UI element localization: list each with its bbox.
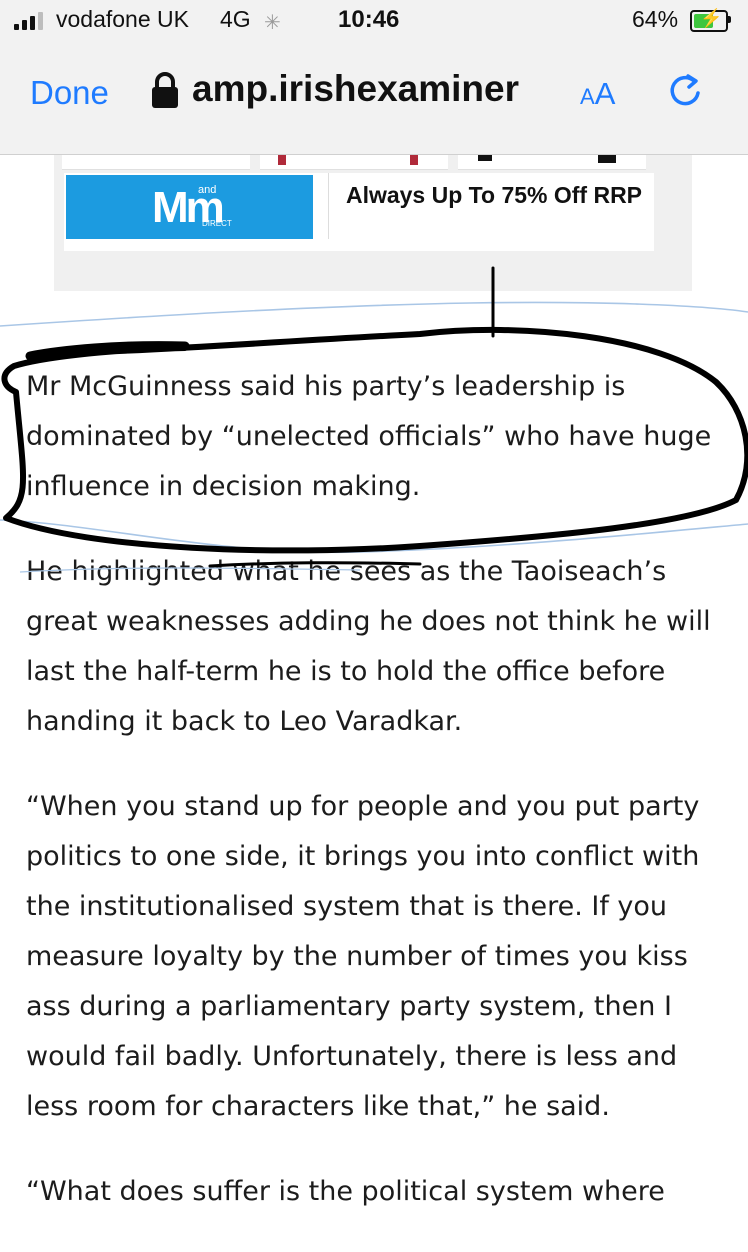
- status-bar: vodafone UK 4G ✳ 10:46 64% ⚡: [0, 0, 748, 44]
- carrier-name: vodafone UK: [56, 6, 189, 32]
- text-size-large-label: A: [594, 76, 616, 111]
- advertisement[interactable]: Mm and DIRECT Always Up To 75% Off RRP: [54, 155, 692, 291]
- browser-nav-bar: Done amp.irishexaminer AA: [0, 44, 748, 155]
- text-size-button[interactable]: AA: [580, 76, 615, 112]
- battery-percentage: 64%: [632, 6, 679, 32]
- ad-product-strip: [54, 155, 692, 170]
- charging-bolt-icon: ⚡: [700, 8, 723, 28]
- article-paragraph: Mr McGuinness said his party’s leadershi…: [26, 371, 712, 502]
- clock: 10:46: [338, 6, 400, 33]
- logo-and: and: [198, 184, 217, 196]
- battery-icon: ⚡: [690, 8, 728, 32]
- article-paragraph: “What does suffer is the political syste…: [26, 1176, 665, 1207]
- ad-banner[interactable]: Mm and DIRECT Always Up To 75% Off RRP: [64, 173, 654, 251]
- ad-product-thumb[interactable]: [260, 155, 448, 170]
- done-button[interactable]: Done: [30, 74, 109, 112]
- url-field[interactable]: amp.irishexaminer: [192, 68, 562, 110]
- reload-icon[interactable]: [667, 72, 705, 110]
- cellular-signal-icon: [14, 12, 48, 30]
- article-paragraph: He highlighted what he sees as the Taois…: [26, 556, 711, 737]
- battery-tip: [728, 16, 731, 23]
- network-type: 4G: [220, 6, 251, 32]
- text-size-small-label: A: [580, 84, 595, 109]
- ad-product-thumb[interactable]: [458, 155, 646, 170]
- activity-spinner-icon: ✳: [264, 12, 281, 34]
- ad-tagline: Always Up To 75% Off RRP: [345, 182, 643, 208]
- ad-divider: [328, 173, 329, 239]
- ad-product-thumb[interactable]: [62, 155, 250, 170]
- article-paragraph: “When you stand up for people and you pu…: [26, 791, 700, 1122]
- logo-direct: DIRECT: [202, 219, 232, 228]
- mandmdirect-logo: Mm and DIRECT: [66, 175, 313, 239]
- lock-icon: [152, 72, 178, 108]
- article-body: Mr McGuinness said his party’s leadershi…: [26, 362, 726, 1252]
